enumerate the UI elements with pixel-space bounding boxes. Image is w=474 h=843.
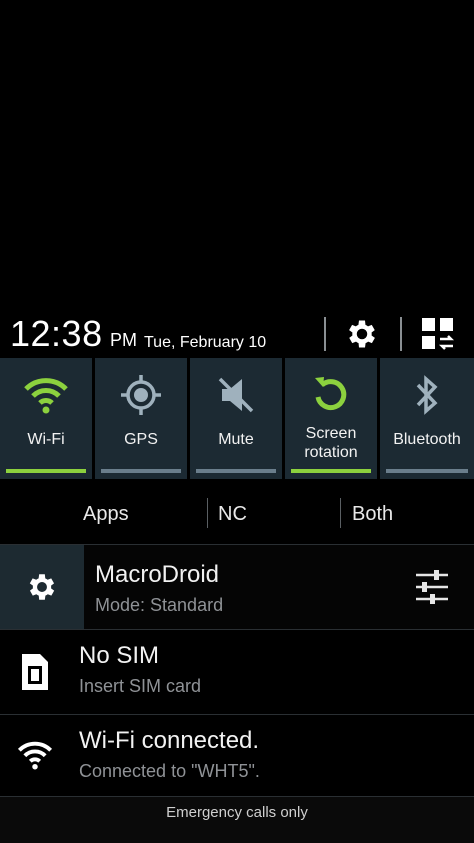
gear-icon [349, 320, 375, 348]
sliders-icon [416, 570, 448, 604]
toggle-indicator [101, 469, 181, 473]
tab-both[interactable]: Both [352, 488, 393, 540]
toggle-indicator [386, 469, 468, 473]
wifi-icon [17, 739, 53, 771]
gps-icon [121, 375, 161, 415]
gear-icon [29, 574, 55, 600]
carrier-status: Emergency calls only [0, 796, 474, 843]
mute-icon [218, 377, 254, 413]
toggle-label: Screen rotation [285, 424, 377, 462]
notification-subtitle: Connected to "WHT5". [79, 761, 260, 781]
tab-divider [340, 498, 341, 528]
toggle-label: Wi-Fi [27, 431, 65, 448]
toggle-indicator [6, 469, 86, 473]
macrodroid-settings-button[interactable] [410, 569, 454, 605]
clock-date: Tue, February 10 [144, 334, 267, 351]
wifi-icon [24, 378, 68, 414]
macrodroid-icon-box [0, 545, 84, 629]
clock-time: 12:38 [10, 313, 103, 354]
toggle-mute[interactable]: Mute [190, 358, 283, 479]
toggle-screen-rotation[interactable]: Screen rotation [285, 358, 378, 479]
tab-divider [207, 498, 208, 528]
toggle-label: Mute [218, 431, 254, 448]
notification-subtitle: Mode: Standard [95, 595, 224, 615]
notification-subtitle: Insert SIM card [79, 676, 202, 696]
header-divider [400, 317, 402, 351]
rotation-icon [315, 377, 347, 411]
tab-apps[interactable]: Apps [83, 488, 129, 540]
toggle-indicator [291, 469, 371, 473]
toggle-label-line1: Screen [305, 425, 357, 442]
toggle-label: GPS [124, 431, 158, 448]
toggle-bluetooth[interactable]: Bluetooth [380, 358, 474, 479]
notification-no-sim[interactable]: No SIM Insert SIM card [0, 629, 474, 714]
quick-toggles: Wi-Fi GPS Mute Screen rotation Bluetooth [0, 358, 474, 479]
header-divider [324, 317, 326, 351]
bluetooth-icon [416, 375, 438, 415]
toggle-gps[interactable]: GPS [95, 358, 188, 479]
toggle-label-line2: rotation [304, 444, 358, 461]
clock-ampm: PM [110, 330, 137, 350]
sim-card-icon [20, 652, 50, 692]
notification-title: No SIM [79, 642, 160, 669]
notification-title: Wi-Fi connected. [79, 727, 260, 754]
notification-wifi-connected[interactable]: Wi-Fi connected. Connected to "WHT5". [0, 714, 474, 797]
notification-macrodroid[interactable]: MacroDroid Mode: Standard [0, 544, 474, 629]
toggle-indicator [196, 469, 276, 473]
quick-settings-grid-button[interactable] [414, 314, 462, 354]
toggle-wifi[interactable]: Wi-Fi [0, 358, 93, 479]
toggle-label: Bluetooth [393, 431, 461, 448]
tab-nc[interactable]: NC [218, 488, 247, 540]
filter-tabs: Apps NC Both [0, 488, 474, 540]
settings-button[interactable] [338, 314, 386, 354]
notification-title: MacroDroid [95, 561, 220, 588]
quick-settings-grid-icon [422, 318, 455, 350]
